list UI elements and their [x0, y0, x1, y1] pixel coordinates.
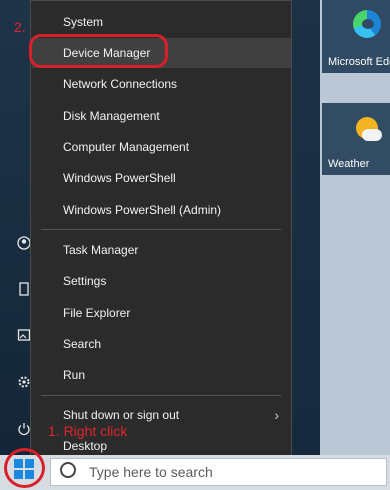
menu-item-label: Search — [63, 337, 102, 351]
menu-item-label: Task Manager — [63, 243, 139, 257]
taskbar-search-box[interactable]: Type here to search — [50, 458, 387, 486]
user-icon[interactable] — [17, 236, 31, 250]
pictures-icon[interactable] — [17, 328, 31, 342]
step-1-label: 1. Right click — [48, 423, 128, 439]
menu-item-label: Windows PowerShell (Admin) — [63, 203, 222, 217]
step-2-label: 2. — [14, 19, 26, 35]
menu-item-system[interactable]: System — [32, 7, 291, 37]
search-placeholder: Type here to search — [89, 464, 213, 480]
menu-item-task-manager[interactable]: Task Manager — [32, 235, 291, 265]
start-button-highlight-ring — [4, 448, 45, 488]
menu-item-network-connections[interactable]: Network Connections — [32, 69, 291, 99]
tile-weather[interactable]: Weather — [322, 103, 390, 175]
device-manager-highlight-ring — [29, 34, 168, 68]
edge-icon — [353, 10, 381, 38]
menu-item-label: Computer Management — [63, 140, 190, 154]
menu-item-computer-management[interactable]: Computer Management — [32, 132, 291, 162]
menu-item-label: Settings — [63, 274, 107, 288]
tile-label: Weather — [328, 158, 370, 170]
menu-divider — [41, 229, 281, 230]
menu-item-windows-powershell-admin[interactable]: Windows PowerShell (Admin) — [32, 195, 291, 225]
settings-icon[interactable] — [17, 375, 31, 389]
menu-item-label: Shut down or sign out — [63, 408, 180, 422]
document-icon[interactable] — [17, 282, 31, 296]
cloud-icon — [362, 129, 382, 141]
menu-item-label: Run — [63, 368, 86, 382]
menu-item-settings[interactable]: Settings — [32, 266, 291, 296]
menu-item-label: Desktop — [63, 439, 108, 453]
menu-item-label: Windows PowerShell — [63, 171, 176, 185]
chevron-right-icon: › — [274, 407, 279, 423]
menu-item-file-explorer[interactable]: File Explorer — [32, 298, 291, 328]
menu-item-disk-management[interactable]: Disk Management — [32, 101, 291, 131]
menu-item-windows-powershell[interactable]: Windows PowerShell — [32, 163, 291, 193]
tile-microsoft-edge[interactable]: Microsoft Edge — [322, 0, 390, 73]
tile-label: Microsoft Edge — [328, 56, 390, 68]
quick-link-menu: System Device Manager Network Connection… — [30, 0, 292, 462]
search-icon — [60, 462, 76, 478]
menu-divider — [41, 395, 281, 396]
menu-item-run[interactable]: Run — [32, 360, 291, 390]
menu-item-label: Disk Management — [63, 109, 160, 123]
power-icon[interactable] — [17, 422, 31, 436]
menu-item-search[interactable]: Search — [32, 329, 291, 359]
tile-gap — [292, 0, 320, 455]
menu-item-label: Network Connections — [63, 77, 178, 91]
menu-item-label: System — [63, 15, 104, 29]
menu-item-label: File Explorer — [63, 306, 131, 320]
